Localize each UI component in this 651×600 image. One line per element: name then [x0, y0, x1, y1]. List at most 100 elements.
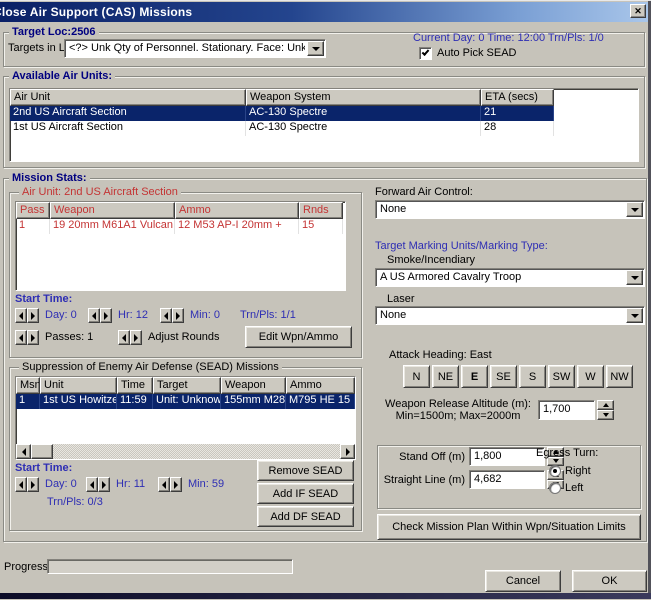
- column-header-time[interactable]: Time: [117, 377, 153, 394]
- arrow-down-icon: [603, 413, 609, 417]
- cas-day-spinner[interactable]: [15, 308, 39, 323]
- add-if-sead-button[interactable]: Add IF SEAD: [257, 483, 354, 504]
- spin-right-button[interactable]: [100, 308, 112, 323]
- spin-left-button[interactable]: [15, 477, 27, 492]
- chevron-down-icon: [312, 47, 320, 51]
- spin-left-button[interactable]: [158, 477, 170, 492]
- spin-left-button[interactable]: [160, 308, 172, 323]
- column-header-weapon-system[interactable]: Weapon System: [246, 89, 481, 106]
- spin-down-button[interactable]: [597, 410, 614, 420]
- heading-ne-button[interactable]: NE: [432, 365, 459, 388]
- scrollbar-track[interactable]: [53, 444, 340, 459]
- scrollbar-thumb[interactable]: [31, 444, 53, 459]
- wra-updown[interactable]: [597, 400, 614, 420]
- arrow-up-icon: [603, 403, 609, 407]
- column-header-sead-ammo[interactable]: Ammo: [286, 377, 355, 394]
- arrow-left-icon: [19, 481, 23, 489]
- sead-day-spinner[interactable]: [15, 477, 39, 492]
- fac-dropdown-button[interactable]: [626, 202, 643, 217]
- stand-off-input[interactable]: 1,800: [469, 447, 545, 466]
- column-header-ammo[interactable]: Ammo: [175, 202, 299, 219]
- air-units-header-row: Air Unit Weapon System ETA (secs): [10, 89, 638, 106]
- ok-button[interactable]: OK: [572, 570, 647, 592]
- weapon-table-row[interactable]: 1 19 20mm M61A1 Vulcan C 12 M53 AP-I 20m…: [16, 219, 345, 234]
- arrow-right-icon: [31, 334, 35, 342]
- close-button[interactable]: ✕: [630, 4, 646, 18]
- forward-air-control-combobox[interactable]: None: [375, 200, 645, 219]
- air-unit-row[interactable]: 1st US Aircraft Section AC-130 Spectre 2…: [10, 121, 554, 136]
- spin-right-button[interactable]: [130, 330, 142, 345]
- adjust-rounds-label: Adjust Rounds: [148, 331, 220, 343]
- targets-in-loc-combobox[interactable]: <?> Unk Qty of Personnel. Stationary. Fa…: [64, 39, 326, 58]
- cancel-button[interactable]: Cancel: [485, 570, 561, 592]
- weapon-release-altitude-input[interactable]: 1,700: [538, 400, 595, 420]
- laser-combobox[interactable]: None: [375, 306, 645, 325]
- column-header-weapon[interactable]: Weapon: [50, 202, 175, 219]
- arrow-right-icon: [102, 481, 106, 489]
- spin-left-button[interactable]: [86, 477, 98, 492]
- heading-e-button[interactable]: E: [461, 365, 488, 388]
- sead-horizontal-scrollbar[interactable]: [16, 444, 355, 459]
- egress-left-radio[interactable]: [549, 482, 561, 494]
- air-unit-row-selected[interactable]: 2nd US Aircraft Section AC-130 Spectre 2…: [10, 106, 554, 121]
- laser-dropdown-button[interactable]: [626, 308, 643, 323]
- heading-w-button[interactable]: W: [577, 365, 604, 388]
- arrow-right-icon: [346, 448, 350, 456]
- attack-heading-label: Attack Heading: East: [389, 349, 492, 361]
- column-header-rnds[interactable]: Rnds: [299, 202, 343, 219]
- spin-right-button[interactable]: [98, 477, 110, 492]
- column-header-air-unit[interactable]: Air Unit: [10, 89, 246, 106]
- spin-left-button[interactable]: [88, 308, 100, 323]
- smoke-incendiary-label: Smoke/Incendiary: [387, 254, 475, 266]
- add-df-sead-button[interactable]: Add DF SEAD: [257, 506, 354, 527]
- title-bar[interactable]: Close Air Support (CAS) Missions: [0, 2, 648, 22]
- sead-subgroup-label: Suppression of Enemy Air Defense (SEAD) …: [19, 361, 282, 373]
- cas-day-value: Day: 0: [45, 309, 77, 321]
- arrow-right-icon: [31, 481, 35, 489]
- scroll-left-button[interactable]: [16, 444, 31, 459]
- column-header-target[interactable]: Target: [153, 377, 221, 394]
- arrow-right-icon: [31, 312, 35, 320]
- spin-right-button[interactable]: [172, 308, 184, 323]
- heading-sw-button[interactable]: SW: [548, 365, 575, 388]
- column-header-pass[interactable]: Pass: [16, 202, 50, 219]
- remove-sead-button[interactable]: Remove SEAD: [257, 460, 354, 481]
- sead-min-spinner[interactable]: [158, 477, 182, 492]
- spin-right-button[interactable]: [27, 330, 39, 345]
- sead-hr-spinner[interactable]: [86, 477, 110, 492]
- cas-hr-value: Hr: 12: [118, 309, 148, 321]
- column-header-unit[interactable]: Unit: [40, 377, 117, 394]
- heading-s-button[interactable]: S: [519, 365, 546, 388]
- smoke-dropdown-button[interactable]: [626, 270, 643, 285]
- check-mission-plan-button[interactable]: Check Mission Plan Within Wpn/Situation …: [377, 514, 641, 540]
- smoke-incendiary-combobox[interactable]: A US Armored Cavalry Troop: [375, 268, 645, 287]
- straight-line-input[interactable]: 4,682: [469, 470, 545, 489]
- column-header-eta[interactable]: ETA (secs): [481, 89, 554, 106]
- spin-right-button[interactable]: [27, 308, 39, 323]
- chevron-down-icon: [631, 208, 639, 212]
- cas-min-spinner[interactable]: [160, 308, 184, 323]
- spin-up-button[interactable]: [597, 400, 614, 410]
- passes-spinner[interactable]: [15, 330, 39, 345]
- column-header-msn[interactable]: Msn: [16, 377, 40, 394]
- heading-se-button[interactable]: SE: [490, 365, 517, 388]
- spin-left-button[interactable]: [15, 330, 27, 345]
- arrow-left-icon: [22, 448, 26, 456]
- spin-left-button[interactable]: [15, 308, 27, 323]
- edit-wpn-ammo-button[interactable]: Edit Wpn/Ammo: [245, 326, 352, 348]
- auto-pick-sead-checkbox[interactable]: [419, 47, 432, 60]
- heading-nw-button[interactable]: NW: [606, 365, 633, 388]
- spin-right-button[interactable]: [170, 477, 182, 492]
- sead-row-selected[interactable]: 1 1st US Howitzer 11:59 Unit: Unknown 15…: [16, 394, 355, 409]
- heading-n-button[interactable]: N: [403, 365, 430, 388]
- cas-hr-spinner[interactable]: [88, 308, 112, 323]
- arrow-left-icon: [92, 312, 96, 320]
- spin-left-button[interactable]: [118, 330, 130, 345]
- egress-right-radio[interactable]: [549, 465, 561, 477]
- spin-right-button[interactable]: [27, 477, 39, 492]
- scroll-right-button[interactable]: [340, 444, 355, 459]
- egress-turn-label: Egress Turn:: [536, 447, 598, 459]
- column-header-sead-weapon[interactable]: Weapon: [221, 377, 286, 394]
- adjust-rounds-spinner[interactable]: [118, 330, 142, 345]
- targets-in-loc-dropdown-button[interactable]: [307, 41, 324, 56]
